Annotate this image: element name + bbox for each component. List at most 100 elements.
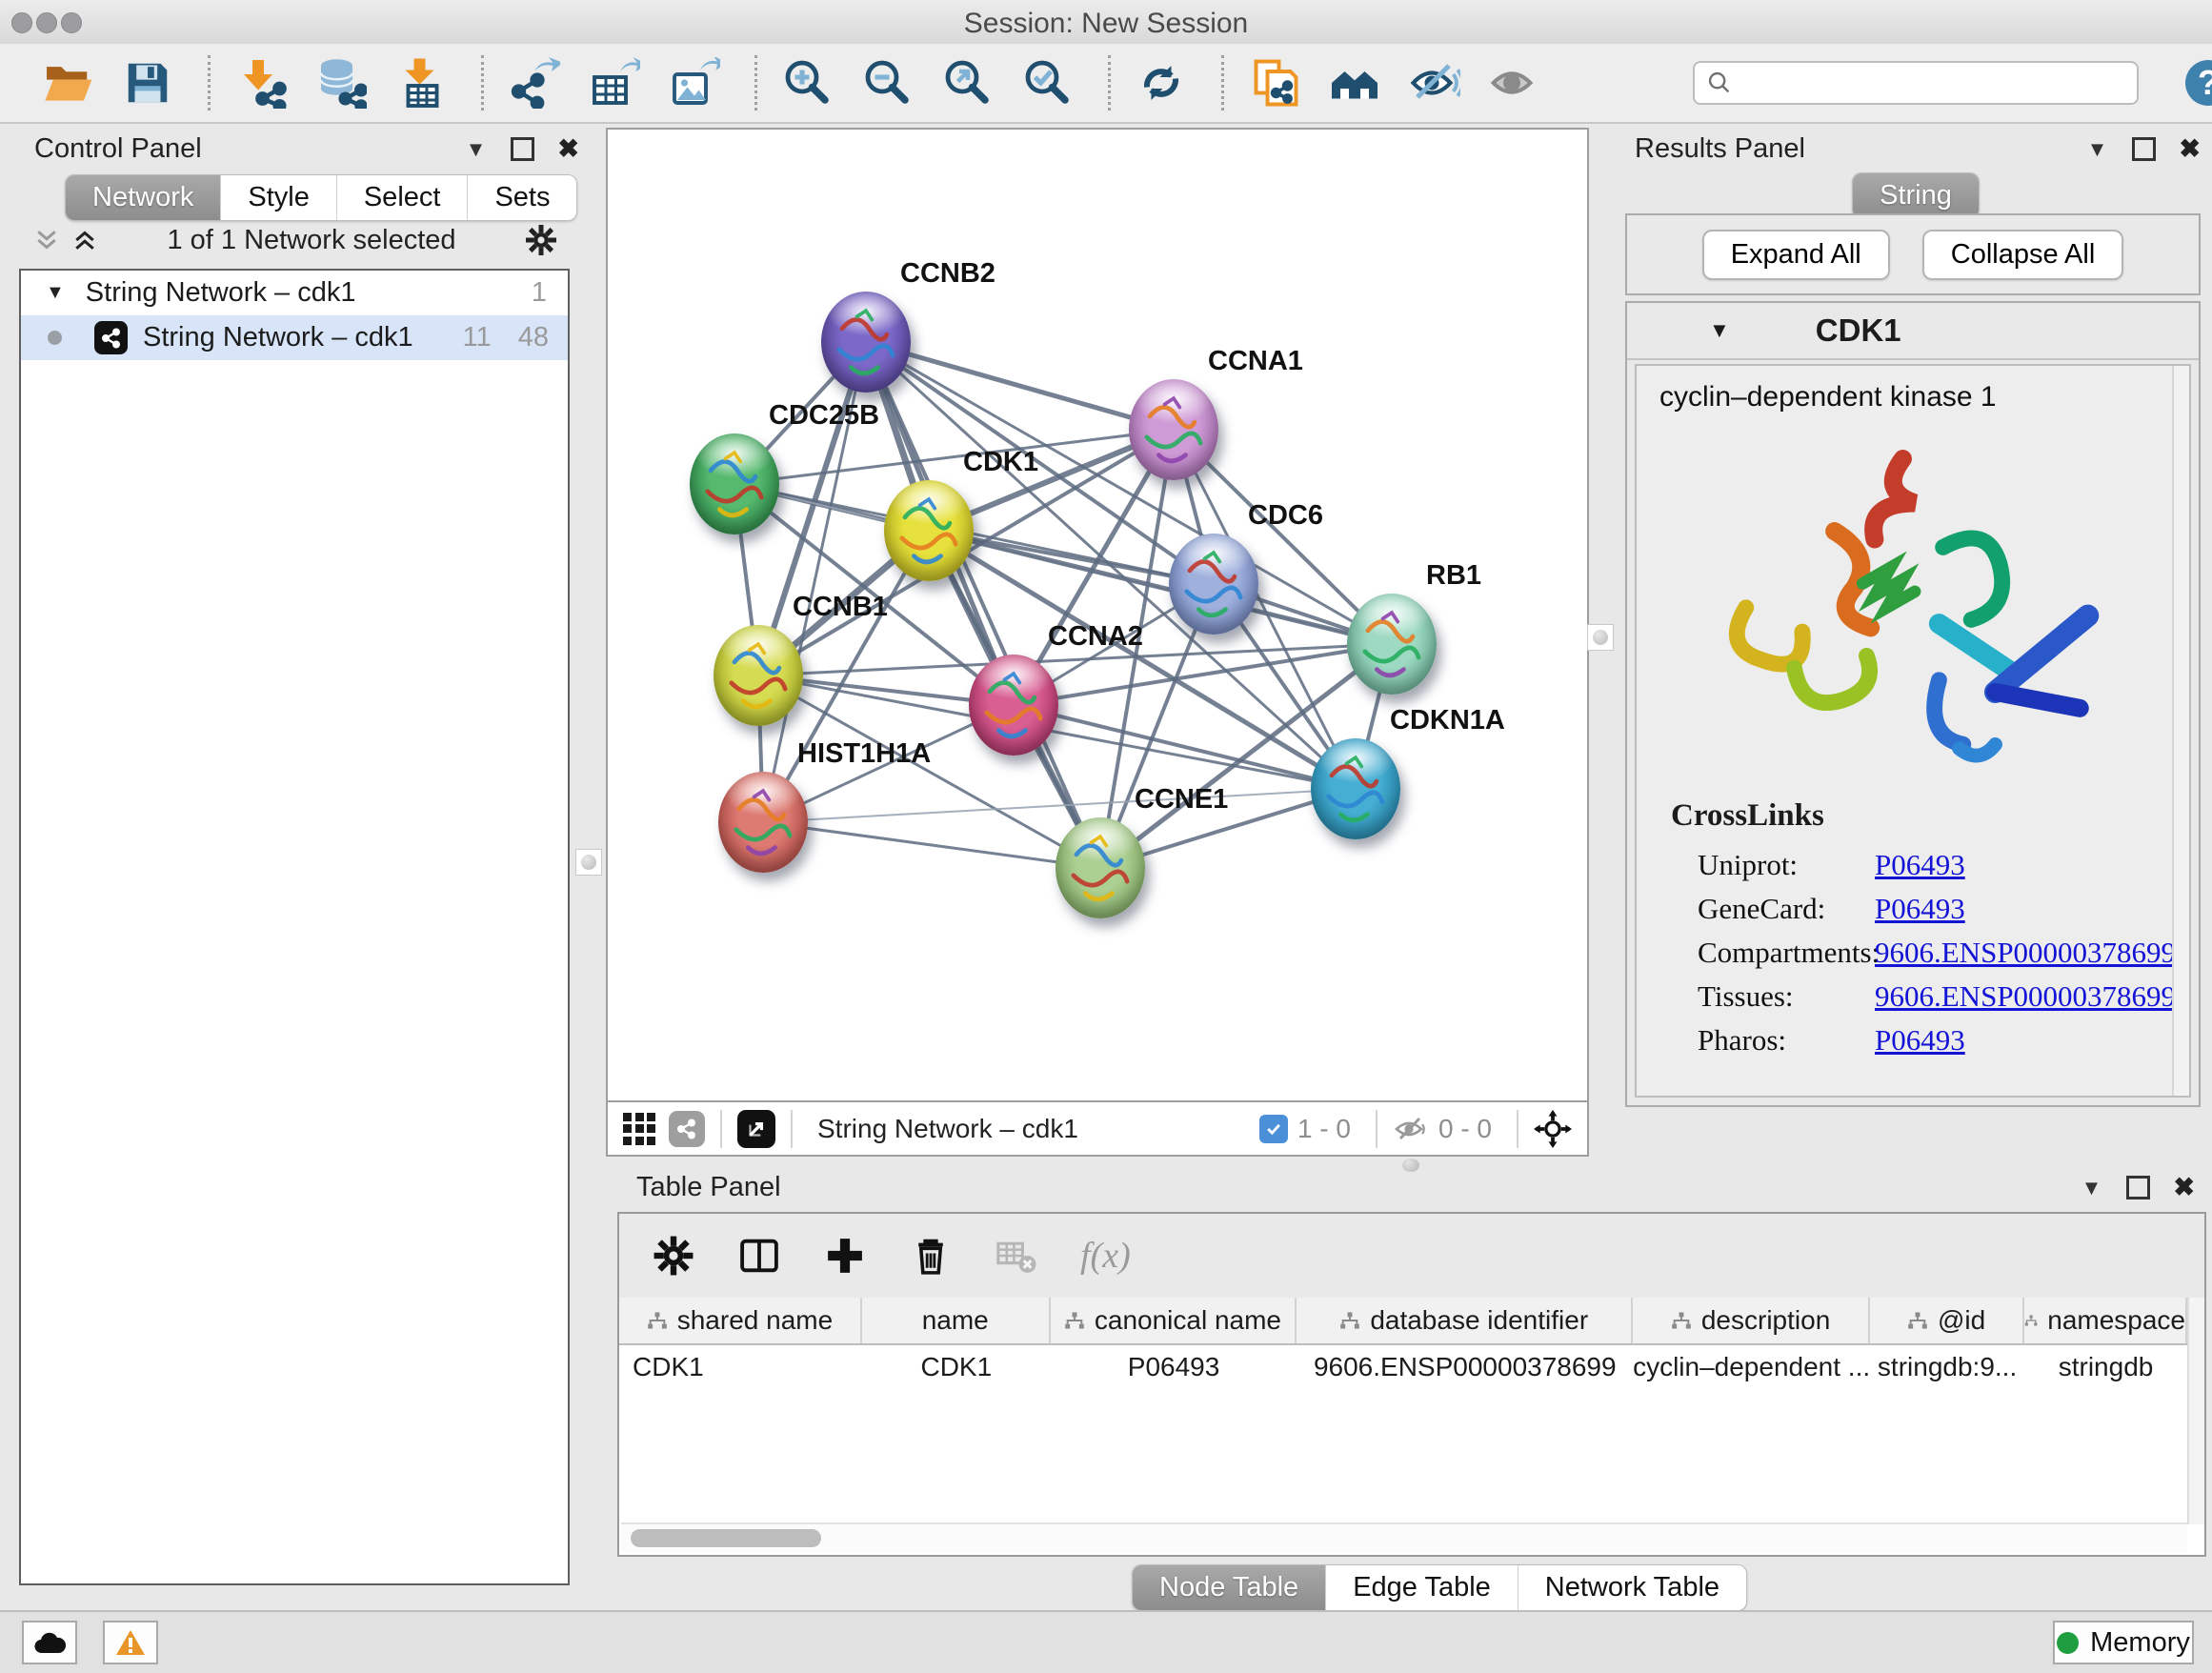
tab-style[interactable]: Style bbox=[220, 175, 335, 220]
control-panel-close-icon[interactable]: ✖ bbox=[557, 134, 579, 164]
node-label-ccnb2: CCNB2 bbox=[900, 258, 995, 290]
table-panel-float-icon[interactable] bbox=[2126, 1176, 2150, 1199]
tab-edge-table[interactable]: Edge Table bbox=[1325, 1565, 1518, 1610]
open-session-icon[interactable] bbox=[42, 57, 93, 109]
column-header-shared-name[interactable]: shared name bbox=[619, 1298, 862, 1343]
network-node-cdc25b[interactable] bbox=[690, 433, 779, 534]
import-network-database-icon[interactable] bbox=[315, 57, 367, 109]
show-columns-icon[interactable] bbox=[737, 1234, 781, 1278]
tab-network-table[interactable]: Network Table bbox=[1518, 1565, 1746, 1610]
delete-table-icon[interactable] bbox=[995, 1234, 1038, 1278]
export-image-icon[interactable] bbox=[669, 57, 720, 109]
collection-expand-icon[interactable]: ▼ bbox=[46, 282, 65, 304]
table-options-gear-icon[interactable] bbox=[652, 1234, 695, 1278]
zoom-selected-icon[interactable] bbox=[1022, 57, 1074, 109]
import-network-file-icon[interactable] bbox=[235, 57, 287, 109]
open-in-browser-icon[interactable] bbox=[737, 1110, 775, 1148]
network-node-ccna1[interactable] bbox=[1129, 379, 1218, 480]
network-node-cdc6[interactable] bbox=[1169, 534, 1258, 635]
duplicate-network-icon[interactable] bbox=[1249, 57, 1300, 109]
network-canvas[interactable]: CCNB2 CCNA1 CDC25B CDK1 CDC6 RB1 CCNB1 C… bbox=[608, 130, 1587, 1100]
collapse-all-button[interactable]: Collapse All bbox=[1922, 230, 2124, 280]
table-panel-title: Table Panel bbox=[636, 1172, 781, 1203]
network-edge[interactable] bbox=[866, 342, 1100, 868]
tab-node-table[interactable]: Node Table bbox=[1133, 1565, 1325, 1610]
expand-all-icon[interactable] bbox=[70, 226, 99, 254]
column-header--id[interactable]: @id bbox=[1870, 1298, 2024, 1343]
column-header-namespace[interactable]: namespace bbox=[2024, 1298, 2187, 1343]
export-table-icon[interactable] bbox=[589, 57, 640, 109]
node-collapse-icon[interactable]: ▼ bbox=[1709, 318, 1730, 343]
tab-string[interactable]: String bbox=[1853, 173, 1979, 218]
right-splitter-handle[interactable] bbox=[1587, 624, 1614, 651]
network-node-cdkn1a[interactable] bbox=[1311, 738, 1400, 839]
table-panel-close-icon[interactable]: ✖ bbox=[2173, 1173, 2195, 1202]
network-row[interactable]: String Network – cdk1 11 48 bbox=[21, 315, 568, 360]
shared-column-icon bbox=[2024, 1311, 2038, 1330]
eye-icon[interactable] bbox=[1489, 57, 1540, 109]
tab-sets[interactable]: Sets bbox=[467, 175, 576, 220]
table-horizontal-scrollbar[interactable] bbox=[621, 1522, 2187, 1553]
column-header-database-identifier[interactable]: database identifier bbox=[1297, 1298, 1633, 1343]
function-builder-icon[interactable]: f(x) bbox=[1080, 1235, 1131, 1277]
network-edge[interactable] bbox=[763, 822, 1100, 868]
table-row[interactable]: CDK1CDK1P064939606.ENSP00000378699cyclin… bbox=[619, 1345, 2187, 1389]
collapse-all-icon[interactable] bbox=[32, 226, 61, 254]
help-icon[interactable]: ? bbox=[2182, 57, 2212, 109]
results-scrollbar[interactable] bbox=[2172, 366, 2189, 1096]
birds-eye-view-icon[interactable] bbox=[623, 1113, 655, 1145]
export-network-icon[interactable] bbox=[509, 57, 560, 109]
control-panel-float-icon[interactable] bbox=[511, 137, 534, 161]
crosslink-link[interactable]: P06493 bbox=[1875, 848, 1965, 882]
network-node-cdk1[interactable] bbox=[884, 480, 974, 581]
delete-column-icon[interactable] bbox=[909, 1234, 953, 1278]
tab-network[interactable]: Network bbox=[66, 175, 220, 220]
network-options-gear-icon[interactable] bbox=[524, 223, 558, 257]
table-vertical-scrollbar[interactable] bbox=[2187, 1298, 2204, 1524]
results-panel-menu-icon[interactable]: ▼ bbox=[2087, 137, 2108, 162]
network-node-rb1[interactable] bbox=[1347, 594, 1437, 695]
zoom-in-icon[interactable] bbox=[782, 57, 834, 109]
column-header-name[interactable]: name bbox=[862, 1298, 1051, 1343]
tab-select[interactable]: Select bbox=[336, 175, 468, 220]
network-view-toolbar: String Network – cdk1 1 - 0 0 - 0 bbox=[608, 1100, 1587, 1155]
network-collection-row[interactable]: ▼ String Network – cdk1 1 bbox=[21, 271, 568, 315]
expand-all-button[interactable]: Expand All bbox=[1702, 230, 1890, 280]
memory-status-dot bbox=[2057, 1632, 2079, 1654]
crosslink-link[interactable]: P06493 bbox=[1875, 892, 1965, 926]
table-panel-menu-icon[interactable]: ▼ bbox=[2081, 1176, 2102, 1200]
column-header-description[interactable]: description bbox=[1633, 1298, 1870, 1343]
hidden-elements-eye-icon[interactable] bbox=[1393, 1115, 1429, 1143]
network-node-ccnb1[interactable] bbox=[714, 625, 803, 726]
crosslink-link[interactable]: P06493 bbox=[1875, 1023, 1965, 1058]
warnings-button[interactable] bbox=[103, 1621, 158, 1664]
network-node-ccna2[interactable] bbox=[969, 655, 1058, 756]
refresh-icon[interactable] bbox=[1136, 57, 1187, 109]
zoom-fit-icon[interactable] bbox=[942, 57, 994, 109]
crosslink-link[interactable]: 9606.ENSP00000378699 bbox=[1875, 979, 2176, 1014]
cloud-status-button[interactable] bbox=[22, 1621, 77, 1664]
left-splitter-handle[interactable] bbox=[575, 849, 602, 876]
node-label-rb1: RB1 bbox=[1426, 560, 1481, 592]
show-hide-icon[interactable] bbox=[1409, 57, 1460, 109]
control-panel-menu-icon[interactable]: ▼ bbox=[466, 137, 487, 162]
save-session-icon[interactable] bbox=[122, 57, 173, 109]
results-panel-close-icon[interactable]: ✖ bbox=[2179, 134, 2201, 164]
selected-nodes-checkbox[interactable] bbox=[1259, 1115, 1288, 1143]
pan-crosshair-icon[interactable] bbox=[1534, 1110, 1572, 1148]
search-input[interactable] bbox=[1733, 68, 2137, 99]
column-header-canonical-name[interactable]: canonical name bbox=[1051, 1298, 1297, 1343]
memory-button[interactable]: Memory bbox=[2053, 1621, 2194, 1664]
first-neighbors-icon[interactable] bbox=[1329, 57, 1380, 109]
network-share-icon[interactable] bbox=[669, 1111, 705, 1147]
column-header-label: namespace bbox=[2047, 1305, 2185, 1336]
zoom-out-icon[interactable] bbox=[862, 57, 914, 109]
network-node-ccnb2[interactable] bbox=[821, 292, 911, 393]
import-table-file-icon[interactable] bbox=[395, 57, 447, 109]
warning-icon bbox=[115, 1629, 146, 1656]
crosslink-link[interactable]: 9606.ENSP00000378699 bbox=[1875, 936, 2176, 970]
network-node-hist1h1a[interactable] bbox=[718, 772, 808, 873]
network-node-ccne1[interactable] bbox=[1056, 817, 1145, 918]
results-panel-float-icon[interactable] bbox=[2132, 137, 2156, 161]
create-column-icon[interactable] bbox=[823, 1234, 867, 1278]
